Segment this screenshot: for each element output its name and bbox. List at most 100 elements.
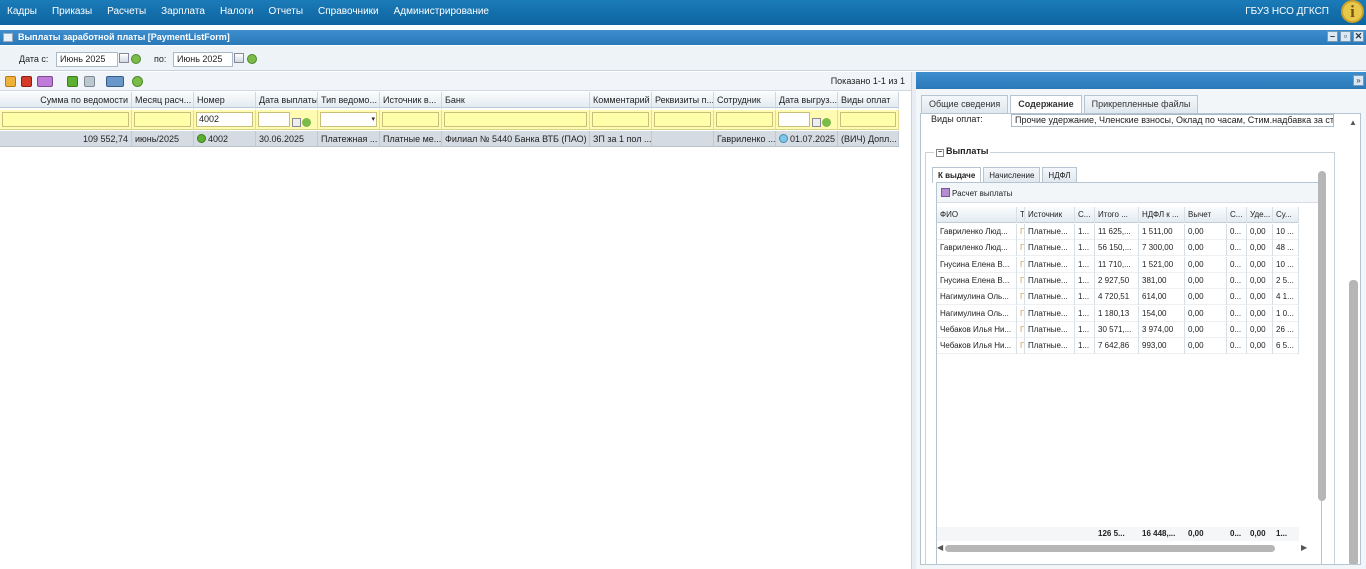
col-sum[interactable]: Сумма по ведомости: [0, 92, 132, 109]
table-row[interactable]: Чебаков Илья Ни...ППлатные...1...30 571,…: [937, 321, 1299, 338]
clear-date-icon[interactable]: [302, 118, 311, 127]
cell[interactable]: Вычет: [1185, 207, 1227, 223]
calendar-icon[interactable]: [234, 53, 244, 63]
clear-date-icon[interactable]: [131, 54, 141, 64]
payments-section-title[interactable]: − Выплаты: [934, 146, 991, 157]
date-from-label: Дата с:: [19, 54, 49, 64]
table-row[interactable]: Гавриленко Люд...ППлатные...1...11 625,.…: [937, 224, 1299, 240]
tab-ndfl[interactable]: НДФЛ: [1042, 167, 1077, 183]
clear-date-icon[interactable]: [247, 54, 257, 64]
table-row[interactable]: Нагимулина Оль...ППлатные...1...4 720,51…: [937, 289, 1299, 306]
table-row[interactable]: Гнусина Елена В...ППлатные...1...11 710,…: [937, 256, 1299, 273]
col-comment[interactable]: Комментарий: [590, 92, 652, 109]
cell[interactable]: Су...: [1273, 207, 1299, 223]
cell[interactable]: Источник: [1025, 207, 1075, 223]
col-pay-date[interactable]: Дата выплаты: [256, 92, 318, 109]
col-bank[interactable]: Банк: [442, 92, 590, 109]
col-type[interactable]: Тип ведомо...: [318, 92, 380, 109]
collapse-icon[interactable]: −: [936, 149, 944, 157]
pay-kinds-field[interactable]: Прочие удержание, Членские взносы, Оклад…: [1011, 114, 1334, 127]
vertical-scrollbar[interactable]: ▲: [1348, 118, 1358, 564]
menu-zarplata[interactable]: Зарплата: [161, 6, 205, 17]
scroll-thumb[interactable]: [1318, 171, 1326, 501]
menu-raschety[interactable]: Расчеты: [107, 6, 146, 17]
scroll-thumb[interactable]: [1349, 280, 1358, 564]
calendar-icon[interactable]: [292, 118, 301, 127]
filter-month[interactable]: [134, 112, 191, 127]
tab-attachments[interactable]: Прикрепленные файлы: [1083, 95, 1199, 113]
filter-comment[interactable]: [592, 112, 649, 127]
cell[interactable]: НДФЛ к ...: [1139, 207, 1185, 223]
filter-sum[interactable]: [2, 112, 129, 127]
col-pay-kinds[interactable]: Виды оплат: [838, 92, 899, 109]
approve-icon[interactable]: [67, 76, 78, 87]
col-number[interactable]: Номер: [194, 92, 256, 109]
close-button[interactable]: ✕: [1353, 31, 1364, 42]
table-row[interactable]: Нагимулина Оль...ППлатные...1...1 180,13…: [937, 305, 1299, 322]
menu-prikazy[interactable]: Приказы: [52, 6, 92, 17]
restore-button[interactable]: ▫: [1340, 31, 1351, 42]
filter-pay-kinds[interactable]: [840, 112, 896, 127]
scroll-left-icon[interactable]: ◀: [937, 543, 943, 552]
edit-icon[interactable]: [5, 76, 16, 87]
cell[interactable]: ФИО: [937, 207, 1017, 223]
filter-upload-date[interactable]: [778, 112, 810, 127]
clear-date-icon[interactable]: [822, 118, 831, 127]
calendar-icon[interactable]: [119, 53, 129, 63]
cell-employee: Гавриленко ...: [714, 131, 776, 147]
menu-administrirovanie[interactable]: Администрирование: [394, 6, 489, 17]
refresh-icon[interactable]: [132, 76, 143, 87]
filter-source[interactable]: [382, 112, 439, 127]
date-from-field[interactable]: Июнь 2025: [56, 52, 118, 67]
expand-icon[interactable]: »: [1353, 75, 1364, 86]
delete-icon[interactable]: [21, 76, 32, 87]
tab-content[interactable]: Содержание: [1010, 95, 1082, 113]
info-icon[interactable]: i: [1341, 0, 1364, 23]
cell: П: [1017, 289, 1025, 306]
scroll-right-icon[interactable]: ▶: [1301, 543, 1307, 552]
calendar-icon[interactable]: [812, 118, 821, 127]
col-upload-date[interactable]: Дата выгруз...: [776, 92, 838, 109]
scroll-thumb[interactable]: [945, 545, 1275, 552]
inner-vertical-scrollbar[interactable]: [1318, 161, 1327, 531]
table-row[interactable]: Чебаков Илья Ни...ППлатные...1...7 642,8…: [937, 338, 1299, 355]
minimize-button[interactable]: –: [1327, 31, 1338, 42]
filter-bank[interactable]: [444, 112, 587, 127]
calc-payment-button[interactable]: Расчет выплаты: [941, 188, 1012, 198]
menu-otchety[interactable]: Отчеты: [268, 6, 303, 17]
tab-accrual[interactable]: Начисление: [983, 167, 1041, 183]
table-row[interactable]: 109 552,74 июнь/2025 4002 30.06.2025 Пла…: [0, 131, 899, 147]
actions-menu-icon[interactable]: [37, 76, 53, 87]
col-source[interactable]: Источник в...: [380, 92, 442, 109]
filter-number[interactable]: 4002: [196, 112, 253, 127]
scroll-up-icon[interactable]: ▲: [1349, 118, 1357, 127]
tab-general[interactable]: Общие сведения: [921, 95, 1009, 113]
unapprove-icon[interactable]: [84, 76, 95, 87]
col-employee[interactable]: Сотрудник: [714, 92, 776, 109]
menu-nalogi[interactable]: Налоги: [220, 6, 254, 17]
cell: Платные...: [1025, 224, 1075, 240]
cell[interactable]: Т: [1017, 207, 1025, 223]
filter-requisites[interactable]: [654, 112, 711, 127]
menu-spravochniki[interactable]: Справочники: [318, 6, 379, 17]
cell: 0...: [1227, 338, 1247, 355]
cell[interactable]: Итого ...: [1095, 207, 1139, 223]
cell[interactable]: С...: [1075, 207, 1095, 223]
col-requisites[interactable]: Реквизиты п...: [652, 92, 714, 109]
table-row[interactable]: Гавриленко Люд...ППлатные...1...56 150,.…: [937, 240, 1299, 257]
filter-pay-date[interactable]: [258, 112, 290, 127]
cell[interactable]: Уде...: [1247, 207, 1273, 223]
table-row[interactable]: Гнусина Елена В...ППлатные...1...2 927,5…: [937, 272, 1299, 289]
menu-kadry[interactable]: Кадры: [7, 6, 37, 17]
cell: 0,00: [1185, 338, 1227, 355]
cell: Платные...: [1025, 338, 1075, 355]
print-icon[interactable]: [106, 76, 124, 87]
tab-to-pay[interactable]: К выдаче: [932, 167, 982, 183]
filter-type-select[interactable]: ▾: [320, 112, 377, 127]
filter-employee[interactable]: [716, 112, 773, 127]
cell[interactable]: С...: [1227, 207, 1247, 223]
date-to-field[interactable]: Июнь 2025: [173, 52, 233, 67]
col-month[interactable]: Месяц расч...: [132, 92, 194, 109]
cell: 1 521,00: [1139, 256, 1185, 273]
horizontal-scrollbar[interactable]: ◀ ▶: [937, 543, 1321, 553]
